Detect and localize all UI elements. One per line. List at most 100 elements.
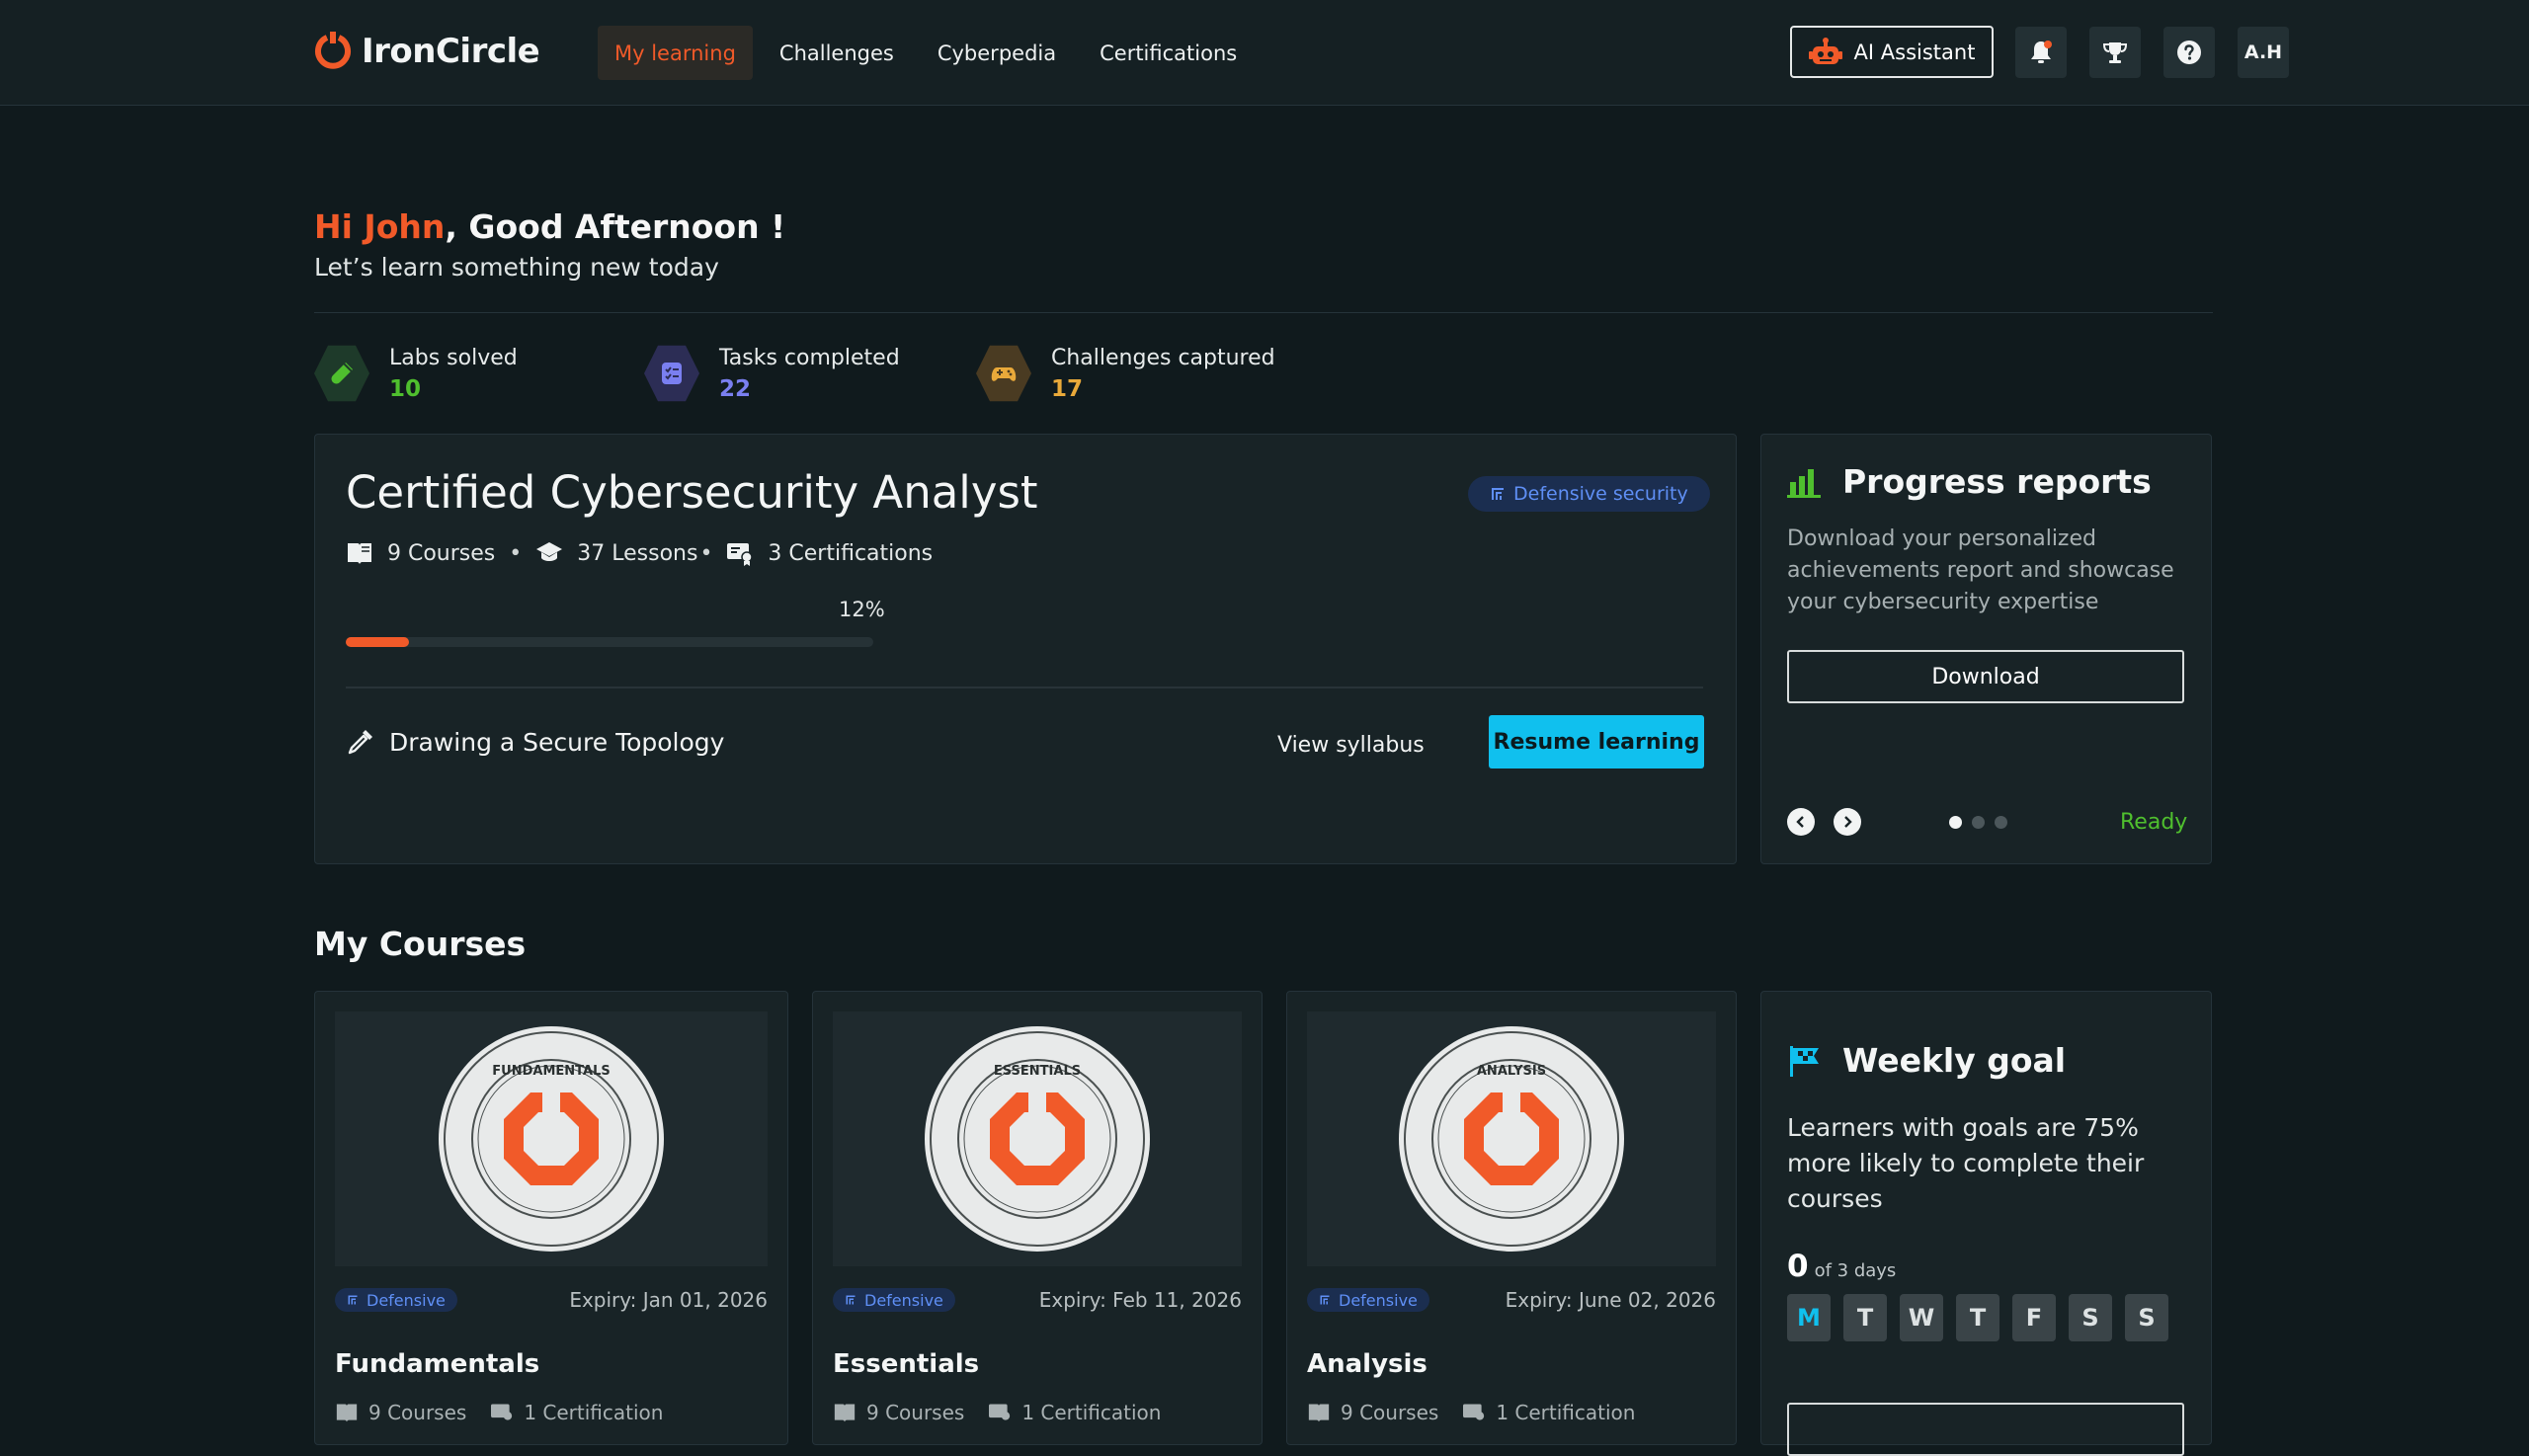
stat-tasks-completed: Tasks completed 22 xyxy=(644,344,900,403)
greeting-subtitle: Let’s learn something new today xyxy=(314,253,719,282)
certificate-icon xyxy=(491,1404,513,1420)
graduation-cap-icon xyxy=(536,542,563,561)
stat-label: Tasks completed xyxy=(719,346,900,370)
book-icon xyxy=(1308,1404,1330,1422)
course-card-analysis[interactable]: ANALYSIS Defensive Expiry: June 02, 2026… xyxy=(1286,991,1737,1445)
notifications-button[interactable] xyxy=(2015,27,2067,78)
next-lesson[interactable]: Drawing a Secure Topology xyxy=(346,727,724,757)
nav-certifications[interactable]: Certifications xyxy=(1083,26,1254,80)
course-card-essentials[interactable]: ESSENTIALS Defensive Expiry: Feb 11, 202… xyxy=(812,991,1263,1445)
ai-assistant-label: AI Assistant xyxy=(1853,40,1976,64)
course-meta: 9 Courses • 37 Lessons • 3 Certification… xyxy=(346,540,933,566)
course-card-courses: 9 Courses xyxy=(1341,1401,1439,1424)
day-wednesday[interactable]: W xyxy=(1900,1294,1943,1341)
user-avatar[interactable]: A.H xyxy=(2238,27,2289,78)
certification-badge-icon: FUNDAMENTALS xyxy=(439,1026,664,1252)
tag-label: Defensive xyxy=(1339,1290,1418,1310)
help-icon xyxy=(2177,40,2201,64)
top-nav-bar: IronCircle My learning Challenges Cyberp… xyxy=(0,0,2529,106)
set-goal-button[interactable] xyxy=(1787,1403,2184,1456)
nav-challenges[interactable]: Challenges xyxy=(763,26,911,80)
day-friday[interactable]: F xyxy=(2012,1294,2056,1341)
progress-reports-title: Progress reports xyxy=(1842,462,2152,501)
nav-my-learning[interactable]: My learning xyxy=(598,26,753,80)
achievements-button[interactable] xyxy=(2089,27,2141,78)
ai-assistant-button[interactable]: AI Assistant xyxy=(1790,26,1994,78)
course-card-meta: 9 Courses 1 Certification xyxy=(335,1401,663,1424)
book-icon xyxy=(336,1404,358,1422)
stat-value: 10 xyxy=(389,376,422,402)
bell-icon xyxy=(2031,40,2052,63)
course-card-meta: 9 Courses 1 Certification xyxy=(833,1401,1161,1424)
course-expiry: Expiry: Feb 11, 2026 xyxy=(1038,1288,1242,1312)
resume-learning-button[interactable]: Resume learning xyxy=(1489,715,1704,768)
course-title: Certified Cybersecurity Analyst xyxy=(346,466,1038,519)
chevron-right-icon xyxy=(1844,816,1852,828)
carousel-next-button[interactable] xyxy=(1834,808,1861,836)
carousel-dot[interactable] xyxy=(1949,816,1962,829)
certification-count: 3 Certifications xyxy=(768,540,934,566)
nav-cyberpedia[interactable]: Cyberpedia xyxy=(921,26,1073,80)
carousel-dot[interactable] xyxy=(1972,816,1985,829)
pipette-icon xyxy=(348,730,372,755)
report-status: Ready xyxy=(2120,810,2188,835)
view-syllabus-link[interactable]: View syllabus xyxy=(1277,733,1425,758)
course-card-title: Analysis xyxy=(1307,1349,1428,1379)
tag-label: Defensive xyxy=(864,1290,943,1310)
course-expiry: Expiry: June 02, 2026 xyxy=(1505,1288,1716,1312)
carousel-dot[interactable] xyxy=(1995,816,2007,829)
shield-icon xyxy=(1492,488,1504,500)
course-card-certs: 1 Certification xyxy=(524,1401,664,1424)
stat-value: 17 xyxy=(1051,376,1084,402)
stat-challenges-captured: Challenges captured 17 xyxy=(976,344,1275,403)
chevron-left-icon xyxy=(1796,816,1804,828)
course-tag: Defensive xyxy=(335,1288,457,1312)
trophy-icon xyxy=(2102,42,2128,63)
lesson-count: 37 Lessons xyxy=(577,540,698,566)
course-card-fundamentals[interactable]: FUNDAMENTALS Defensive Expiry: Jan 01, 2… xyxy=(314,991,788,1445)
stat-value: 22 xyxy=(719,376,752,402)
ironcircle-logo-icon xyxy=(315,32,351,69)
logo[interactable]: IronCircle xyxy=(314,32,540,71)
course-card-title: Essentials xyxy=(833,1349,980,1379)
main-nav: My learning Challenges Cyberpedia Certif… xyxy=(598,26,1254,80)
gamepad-icon xyxy=(976,345,1031,402)
day-saturday[interactable]: S xyxy=(2069,1294,2112,1341)
weekly-goal-of-days: of 3 days xyxy=(1814,1260,1897,1281)
course-count: 9 Courses xyxy=(387,540,496,566)
course-tag: Defensive xyxy=(1307,1288,1429,1312)
shield-icon xyxy=(846,1295,856,1305)
help-button[interactable] xyxy=(2163,27,2215,78)
badge-label: ESSENTIALS xyxy=(994,1064,1081,1079)
weekly-goal-description: Learners with goals are 75% more likely … xyxy=(1787,1113,2145,1213)
badge-label: FUNDAMENTALS xyxy=(492,1064,610,1079)
course-card-meta: 9 Courses 1 Certification xyxy=(1307,1401,1635,1424)
weekly-goal-card: Weekly goal Learners with goals are 75% … xyxy=(1760,991,2212,1456)
day-tuesday[interactable]: T xyxy=(1843,1294,1887,1341)
checklist-icon xyxy=(644,345,699,402)
flag-icon xyxy=(1790,1045,1819,1077)
current-course-card: Certified Cybersecurity Analyst Defensiv… xyxy=(314,434,1737,864)
stat-label: Labs solved xyxy=(389,346,518,370)
greeting-name: Hi John xyxy=(314,207,446,246)
course-tag: Defensive xyxy=(833,1288,955,1312)
course-card-certs: 1 Certification xyxy=(1021,1401,1162,1424)
course-badge-image: ESSENTIALS xyxy=(833,1011,1242,1266)
day-thursday[interactable]: T xyxy=(1956,1294,1999,1341)
badge-label: ANALYSIS xyxy=(1477,1064,1546,1079)
shield-icon xyxy=(1320,1295,1330,1305)
tag-label: Defensive xyxy=(367,1290,446,1310)
robot-icon xyxy=(1808,37,1842,64)
download-report-button[interactable]: Download xyxy=(1787,650,2184,703)
shield-icon xyxy=(348,1295,358,1305)
progress-reports-header: Progress reports xyxy=(1787,462,2152,501)
greeting-heading: Hi John, Good Afternoon ! xyxy=(314,207,785,246)
meta-separator: • xyxy=(509,540,523,566)
next-lesson-title: Drawing a Secure Topology xyxy=(389,727,725,757)
course-expiry: Expiry: Jan 01, 2026 xyxy=(569,1288,768,1312)
day-monday[interactable]: M xyxy=(1787,1294,1831,1341)
carousel-prev-button[interactable] xyxy=(1787,808,1815,836)
greeting-divider xyxy=(314,312,2213,313)
day-sunday[interactable]: S xyxy=(2125,1294,2168,1341)
certificate-icon xyxy=(989,1404,1011,1420)
